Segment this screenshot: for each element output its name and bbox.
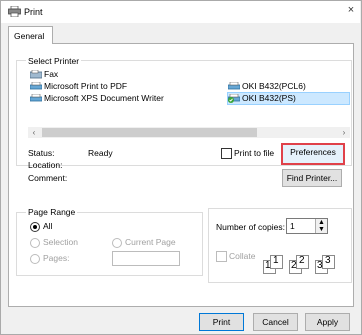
pages-label: Pages: bbox=[43, 253, 70, 263]
status-value: Ready bbox=[88, 148, 113, 158]
pages-radio[interactable] bbox=[30, 254, 40, 264]
printer-icon bbox=[30, 82, 42, 90]
printer-icon bbox=[8, 6, 21, 17]
collate-number: 3 bbox=[317, 260, 323, 271]
all-radio[interactable] bbox=[30, 222, 40, 232]
printer-name: Microsoft XPS Document Writer bbox=[44, 93, 164, 103]
copies-group bbox=[208, 208, 352, 283]
selection-radio[interactable] bbox=[30, 238, 40, 248]
scrollbar-thumb[interactable] bbox=[42, 128, 257, 137]
collate-number: 1 bbox=[273, 255, 279, 266]
printer-list-scrollbar[interactable]: ‹ › bbox=[28, 127, 350, 138]
printer-name: OKI B432(PCL6) bbox=[242, 81, 306, 91]
collate-checkbox[interactable] bbox=[216, 251, 227, 262]
copies-value: 1 bbox=[290, 221, 295, 231]
current-page-label: Current Page bbox=[125, 237, 176, 247]
all-label: All bbox=[43, 221, 53, 231]
printer-icon bbox=[30, 94, 42, 102]
print-button[interactable]: Print bbox=[199, 313, 244, 331]
close-icon[interactable]: × bbox=[344, 3, 358, 17]
printer-name: Microsoft Print to PDF bbox=[44, 81, 128, 91]
select-printer-label: Select Printer bbox=[26, 56, 82, 66]
dialog-title: Print bbox=[24, 7, 43, 17]
apply-button[interactable]: Apply bbox=[305, 313, 350, 331]
current-page-radio[interactable] bbox=[112, 238, 122, 248]
pages-input[interactable] bbox=[112, 251, 180, 266]
collate-number: 3 bbox=[325, 255, 331, 266]
spin-updown-icon[interactable]: ▲ ▼ bbox=[315, 219, 327, 233]
status-label: Status: bbox=[28, 148, 55, 158]
collate-label: Collate bbox=[229, 251, 256, 261]
printer-name: Fax bbox=[44, 69, 59, 79]
collate-number: 2 bbox=[299, 255, 305, 266]
selection-label: Selection bbox=[43, 237, 78, 247]
printer-icon bbox=[228, 82, 240, 90]
radio-dot bbox=[33, 225, 37, 229]
collate-number: 1 bbox=[265, 260, 271, 271]
print-to-file-checkbox[interactable] bbox=[221, 148, 232, 159]
find-printer-button[interactable]: Find Printer... bbox=[282, 169, 342, 187]
comment-label: Comment: bbox=[28, 173, 68, 183]
cancel-button[interactable]: Cancel bbox=[253, 313, 298, 331]
title-bar bbox=[1, 1, 360, 23]
location-label: Location: bbox=[28, 160, 63, 170]
page-range-label: Page Range bbox=[26, 207, 78, 217]
copies-spinner[interactable]: 1 ▲ ▼ bbox=[286, 218, 328, 234]
print-to-file-label: Print to file bbox=[234, 148, 275, 158]
fax-icon bbox=[30, 70, 42, 79]
printer-name: OKI B432(PS) bbox=[242, 93, 296, 103]
tab-general[interactable]: General bbox=[8, 26, 53, 44]
number-of-copies-label: Number of copies: bbox=[216, 222, 285, 232]
tab-general-label: General bbox=[14, 31, 45, 41]
scroll-left-icon[interactable]: ‹ bbox=[28, 127, 40, 138]
scroll-right-icon[interactable]: › bbox=[338, 127, 350, 138]
collate-number: 2 bbox=[291, 260, 297, 271]
preferences-button[interactable]: Preferences bbox=[281, 143, 345, 165]
default-printer-icon bbox=[228, 94, 240, 103]
